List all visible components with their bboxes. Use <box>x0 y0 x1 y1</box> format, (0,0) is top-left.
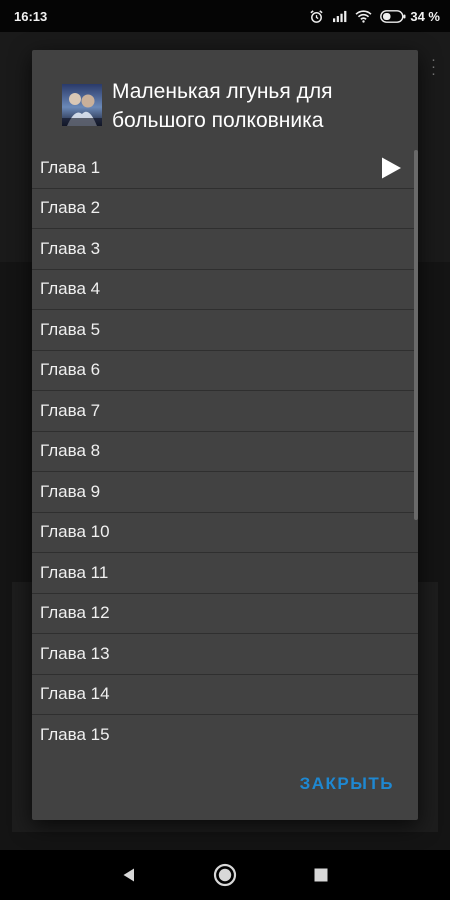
chapter-row[interactable]: Глава 2 <box>32 189 418 229</box>
chapter-row[interactable]: Глава 4 <box>32 270 418 310</box>
chapter-label: Глава 2 <box>40 198 101 218</box>
chapter-dialog: Маленькая лгунья для большого полковника… <box>32 50 418 820</box>
status-time: 16:13 <box>14 8 48 24</box>
chapter-label: Глава 9 <box>40 481 101 501</box>
book-cover-icon <box>62 84 102 126</box>
screen: 16:13 34 % · · · Маленькая лгунья для бо… <box>0 0 450 900</box>
chapter-row[interactable]: Глава 12 <box>32 594 418 634</box>
chapter-label: Глава 4 <box>40 279 101 299</box>
chapter-label: Глава 8 <box>40 441 101 461</box>
close-button[interactable]: ЗАКРЫТЬ <box>300 774 394 794</box>
dialog-header: Маленькая лгунья для большого полковника <box>32 50 418 148</box>
chapter-row[interactable]: Глава 10 <box>32 513 418 553</box>
chapter-label: Глава 7 <box>40 400 101 420</box>
alarm-icon <box>309 9 324 24</box>
chapter-row[interactable]: Глава 1 <box>32 148 418 189</box>
battery-icon <box>380 9 406 23</box>
chapter-row[interactable]: Глава 3 <box>32 229 418 270</box>
home-icon[interactable] <box>212 862 238 888</box>
chapter-row[interactable]: Глава 15 <box>32 715 418 750</box>
wifi-icon <box>355 9 372 23</box>
overflow-menu-icon: · · · <box>431 51 436 82</box>
recents-icon[interactable] <box>308 862 334 888</box>
signal-icon <box>332 10 347 23</box>
play-icon[interactable] <box>380 156 402 180</box>
chapter-label: Глава 3 <box>40 238 101 258</box>
chapter-row[interactable]: Глава 14 <box>32 675 418 715</box>
chapter-label: Глава 14 <box>40 684 110 704</box>
status-icons: 34 % <box>309 9 440 24</box>
chapter-row[interactable]: Глава 7 <box>32 391 418 432</box>
chapter-label: Глава 5 <box>40 319 101 339</box>
chapter-label: Глава 10 <box>40 522 110 542</box>
chapter-row[interactable]: Глава 11 <box>32 553 418 594</box>
chapter-label: Глава 6 <box>40 360 101 380</box>
chapter-label: Глава 15 <box>40 724 110 744</box>
chapter-row[interactable]: Глава 9 <box>32 472 418 513</box>
navigation-bar <box>0 850 450 900</box>
back-icon[interactable] <box>116 862 142 888</box>
chapter-label: Глава 13 <box>40 643 110 663</box>
chapter-label: Глава 12 <box>40 603 110 623</box>
battery-percent: 34 % <box>410 8 440 24</box>
status-bar: 16:13 34 % <box>0 0 450 32</box>
chapter-list[interactable]: Глава 1 Глава 2 Глава 3 Глава 4 Глава 5 Глава… <box>32 148 418 750</box>
scrollbar-thumb[interactable] <box>414 150 418 520</box>
chapter-row[interactable]: Глава 13 <box>32 634 418 675</box>
chapter-row[interactable]: Глава 5 <box>32 310 418 351</box>
dialog-title: Маленькая лгунья для большого полковника <box>112 80 333 132</box>
chapter-row[interactable]: Глава 6 <box>32 351 418 391</box>
chapter-row[interactable]: Глава 8 <box>32 432 418 472</box>
chapter-label: Глава 1 <box>40 157 101 177</box>
battery-indicator: 34 % <box>380 9 440 24</box>
chapter-label: Глава 11 <box>40 562 109 582</box>
